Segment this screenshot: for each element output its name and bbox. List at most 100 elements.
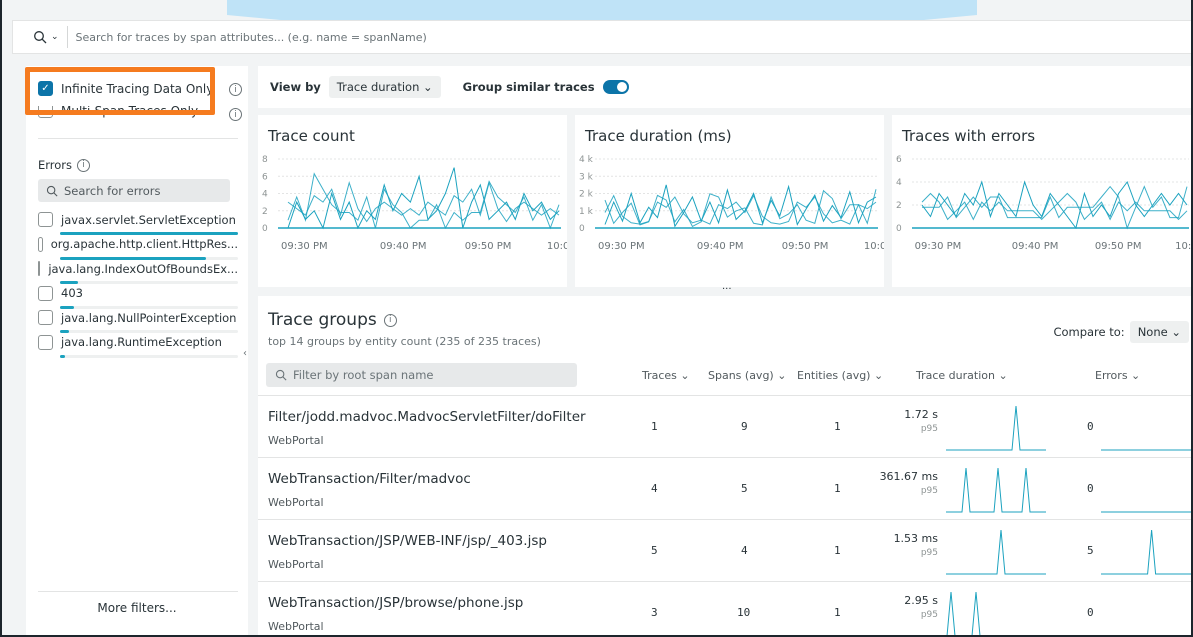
trace-group-row[interactable]: WebTransaction/JSP/browse/phone.jsp WebPo… xyxy=(258,581,1191,635)
error-checkbox[interactable] xyxy=(38,236,43,252)
errors-count: 0 xyxy=(1087,606,1094,619)
x-tick-label: 09:50 PM xyxy=(782,241,829,252)
error-checkbox[interactable] xyxy=(38,261,41,276)
trace-group-name[interactable]: WebTransaction/JSP/browse/phone.jsp xyxy=(268,595,523,611)
trace-group-row[interactable]: WebTransaction/Filter/madvoc WebPortal 4 5 1… xyxy=(258,457,1191,519)
error-count-bar xyxy=(60,232,238,235)
callout-highlight xyxy=(227,0,977,15)
y-tick-label: 4 xyxy=(896,178,902,188)
trace-duration-cell: 1.72 s p95 xyxy=(863,408,938,436)
search-mode-dropdown[interactable]: ⌄ xyxy=(13,26,68,48)
trace-count-chart: 8 6 4 2 0 09:30 PM 09:40 PM 09:50 PM 10:0 xyxy=(262,155,567,252)
chevron-down-icon: ⌄ xyxy=(998,369,1008,382)
duration-value: 361.67 ms xyxy=(879,470,938,483)
trace-groups-subtitle: top 14 groups by entity count (235 of 23… xyxy=(268,335,541,348)
column-header-duration[interactable]: Trace duration ⌄ xyxy=(916,369,1008,382)
error-filter-item[interactable]: javax.servlet.ServletException xyxy=(38,212,238,236)
collapse-sidebar-icon[interactable]: ‹ xyxy=(240,335,250,371)
series-line xyxy=(922,185,1188,230)
error-count-bar xyxy=(60,256,238,260)
chevron-down-icon: ⌄ xyxy=(777,369,787,382)
compare-dropdown[interactable]: None ⌄ xyxy=(1129,321,1189,343)
column-header-traces[interactable]: Traces ⌄ xyxy=(642,369,690,382)
trace-duration-cell: 361.67 ms p95 xyxy=(863,470,938,498)
error-count-fill xyxy=(60,232,238,235)
chevron-down-icon: ⌄ xyxy=(680,369,690,382)
sparkline xyxy=(946,405,1046,451)
errors-count: 5 xyxy=(1087,544,1094,557)
column-header-spans[interactable]: Spans (avg) ⌄ xyxy=(708,369,786,382)
error-filter-item[interactable]: org.apache.http.client.HttpRes... xyxy=(38,236,238,261)
y-tick-label: 8 xyxy=(262,155,268,165)
entities-avg: 1 xyxy=(834,544,841,557)
chevron-down-icon: ⌄ xyxy=(873,369,884,382)
group-similar-label: Group similar traces xyxy=(462,80,595,94)
trace-duration-chart: 4 k 3 k 2 k 1 k 0 09:30 PM 09:40 PM 09:50 PM 10:… xyxy=(579,155,884,252)
error-count-fill xyxy=(60,305,75,309)
errors-search-input[interactable]: Search for errors xyxy=(38,179,230,202)
errors-count: 0 xyxy=(1087,482,1094,495)
info-icon[interactable]: i xyxy=(383,313,397,327)
column-header-entities[interactable]: Entities (avg) ⌄ xyxy=(797,369,883,382)
search-bar[interactable]: ⌄ Search for traces by span attributes..… xyxy=(12,20,1191,54)
spans-avg: 4 xyxy=(741,544,748,557)
sparkline xyxy=(946,529,1046,575)
error-count-fill xyxy=(60,330,69,333)
trace-group-name[interactable]: Filter/jodd.madvoc.MadvocServletFilter/d… xyxy=(268,409,586,425)
trace-group-row[interactable]: WebTransaction/JSP/WEB-INF/jsp/_403.jsp W… xyxy=(258,519,1191,581)
search-input[interactable]: Search for traces by span attributes... … xyxy=(68,31,427,44)
info-icon[interactable]: i xyxy=(229,83,242,96)
view-by-value: Trace duration xyxy=(336,80,420,94)
trace-group-name[interactable]: WebTransaction/Filter/madvoc xyxy=(268,471,471,487)
error-filter-item[interactable]: java.lang.NullPointerException xyxy=(38,310,238,334)
error-filter-item[interactable]: 403 xyxy=(38,285,238,310)
error-label: javax.servlet.ServletException xyxy=(61,212,236,227)
chart-title: Traces with errors xyxy=(902,127,1036,145)
root-span-filter-input[interactable]: Filter by root span name xyxy=(266,363,577,387)
view-by-dropdown[interactable]: Trace duration ⌄ xyxy=(328,76,441,98)
group-similar-toggle[interactable] xyxy=(602,80,629,94)
error-checkbox[interactable] xyxy=(38,285,53,301)
error-label: org.apache.http.client.HttpRes... xyxy=(50,237,238,251)
x-tick-label: 10:0 xyxy=(547,241,567,252)
error-count-fill xyxy=(60,281,78,284)
chevron-down-icon: ⌄ xyxy=(423,80,433,94)
column-header-errors[interactable]: Errors ⌄ xyxy=(1095,369,1140,382)
error-checkbox[interactable] xyxy=(38,334,53,350)
error-checkbox[interactable] xyxy=(38,212,53,227)
column-label: Trace duration xyxy=(916,369,995,382)
trace-group-row[interactable]: Filter/jodd.madvoc.MadvocServletFilter/d… xyxy=(258,395,1191,457)
y-tick-label: 6 xyxy=(896,155,902,165)
series-line xyxy=(287,180,560,223)
error-count-fill xyxy=(60,354,66,358)
chart-card-trace-duration: Trace duration (ms) 4 k 3 k 2 k 1 k 0 09:30 P… xyxy=(575,115,884,287)
error-count-bar xyxy=(60,330,238,333)
error-filter-item[interactable]: java.lang.RuntimeException xyxy=(38,334,238,359)
traces-count: 4 xyxy=(651,482,658,495)
series-line xyxy=(287,172,560,230)
resize-handle[interactable]: ... xyxy=(722,281,732,292)
traces-errors-chart: 6 4 2 0 09:30 PM 09:40 PM 09:50 PM 10:0 xyxy=(896,155,1191,252)
more-filters-link[interactable]: More filters... xyxy=(26,601,248,615)
entities-avg: 1 xyxy=(834,420,841,433)
info-icon[interactable]: i xyxy=(77,158,91,172)
x-tick-label: 09:30 PM xyxy=(281,241,328,252)
error-checkbox[interactable] xyxy=(38,310,53,325)
view-by-label: View by xyxy=(270,80,321,94)
sparkline xyxy=(1101,449,1191,451)
info-icon[interactable]: i xyxy=(229,108,242,121)
errors-search-placeholder: Search for errors xyxy=(64,183,161,198)
percentile-label: p95 xyxy=(920,610,938,620)
y-tick-label: 4 xyxy=(262,190,268,200)
y-tick-label: 0 xyxy=(896,224,902,234)
trace-group-name[interactable]: WebTransaction/JSP/WEB-INF/jsp/_403.jsp xyxy=(268,533,547,549)
search-icon xyxy=(46,185,58,197)
sparkline-path xyxy=(1101,529,1191,575)
duration-value: 2.95 s xyxy=(904,594,938,607)
traces-count: 5 xyxy=(651,544,658,557)
sparkline-path xyxy=(946,591,981,635)
trace-duration-cell: 2.95 s p95 xyxy=(863,594,938,622)
trace-duration-cell: 1.53 ms p95 xyxy=(863,532,938,560)
entity-name: WebPortal xyxy=(268,434,324,447)
error-filter-item[interactable]: java.lang.IndexOutOfBoundsEx... xyxy=(38,261,238,285)
